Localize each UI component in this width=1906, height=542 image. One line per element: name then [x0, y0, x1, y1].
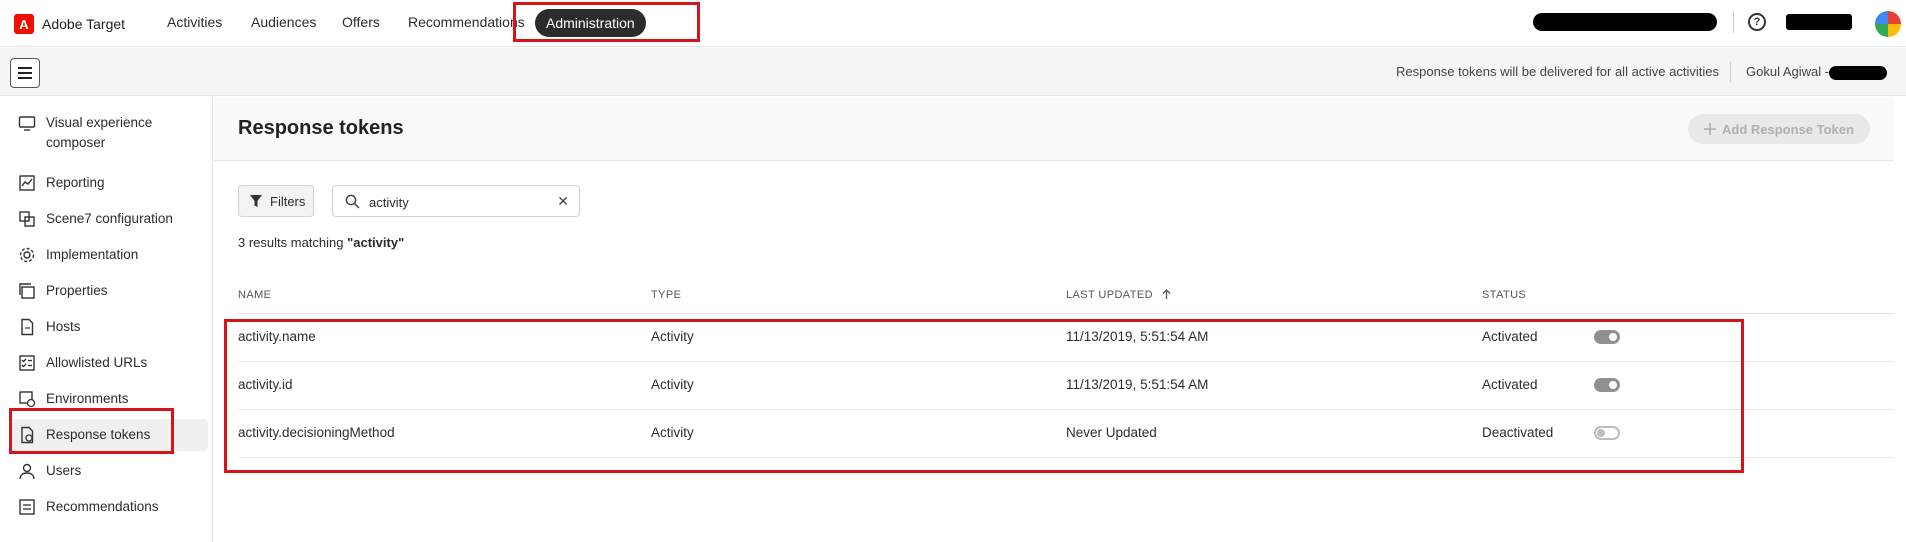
redacted-user-info [1829, 66, 1887, 80]
brand[interactable]: A Adobe Target [14, 14, 125, 34]
sidebar-item-hosts[interactable]: Hosts [10, 311, 208, 343]
sidebar-item-label: Allowlisted URLs [46, 355, 148, 370]
scene7-icon [19, 211, 35, 227]
sidebar-item-implementation[interactable]: Implementation [10, 239, 208, 271]
column-header-name[interactable]: NAME [238, 289, 271, 301]
divider [1733, 11, 1734, 33]
results-query: "activity" [347, 235, 405, 250]
secondary-bar: Response tokens will be delivered for al… [0, 48, 1906, 96]
admin-sidebar: Visual experience composer Reporting Sce… [0, 97, 213, 542]
column-header-type[interactable]: TYPE [651, 289, 681, 301]
column-header-status[interactable]: STATUS [1482, 289, 1526, 301]
sidebar-item-label: Reporting [46, 175, 105, 190]
search-input[interactable] [369, 192, 549, 212]
clear-search-icon[interactable]: ✕ [557, 193, 569, 210]
gear-icon [19, 247, 35, 263]
sidebar-item-label: Implementation [46, 247, 139, 262]
search-field[interactable]: ✕ [332, 185, 580, 217]
add-response-token-button[interactable]: Add Response Token [1688, 114, 1870, 144]
redacted-org-name [1533, 13, 1717, 31]
sidebar-item-visual-experience-composer[interactable]: Visual experience composer [10, 107, 208, 159]
properties-icon [19, 283, 35, 299]
sidebar-item-scene7-configuration[interactable]: Scene7 configuration [10, 203, 208, 235]
user-avatar[interactable] [1875, 11, 1901, 37]
environment-icon [19, 391, 36, 408]
sidebar-item-reporting[interactable]: Reporting [10, 167, 208, 199]
avatar [1875, 11, 1901, 37]
sidebar-item-recommendations[interactable]: Recommendations [10, 491, 208, 523]
sidebar-item-properties[interactable]: Properties [10, 275, 208, 307]
filters-label: Filters [270, 193, 306, 209]
sidebar-item-label: Hosts [46, 319, 81, 334]
search-icon [345, 194, 360, 209]
checklist-icon [19, 355, 35, 371]
nav-tab-activities[interactable]: Activities [167, 14, 222, 30]
help-icon-glyph: ? [1748, 13, 1766, 31]
highlight-token-rows [224, 319, 1744, 473]
top-navigation-bar: A Adobe Target Activities Audiences Offe… [0, 0, 1906, 47]
page-header: Response tokens Add Response Token [214, 97, 1894, 161]
column-header-last-updated[interactable]: LAST UPDATED [1066, 289, 1171, 301]
app-name: Adobe Target [42, 16, 126, 32]
highlight-response-tokens [9, 408, 174, 454]
redacted-notifications [1786, 14, 1852, 30]
sort-ascending-icon [1162, 289, 1171, 299]
user-name: Gokul Agiwal - [1746, 64, 1830, 79]
page-title: Response tokens [238, 117, 404, 139]
recommendations-icon [19, 499, 35, 515]
hamburger-icon [18, 67, 32, 79]
highlight-administration [513, 2, 700, 42]
adobe-logo-icon: A [14, 14, 34, 34]
filters-button[interactable]: Filters [238, 185, 314, 217]
sidebar-item-users[interactable]: Users [10, 455, 208, 487]
menu-toggle-button[interactable] [10, 58, 40, 88]
chart-icon [19, 175, 35, 191]
sidebar-item-allowlisted-urls[interactable]: Allowlisted URLs [10, 347, 208, 379]
file-icon [21, 318, 34, 336]
user-icon [19, 463, 35, 480]
results-summary: 3 results matching "activity" [238, 235, 404, 250]
column-header-label: LAST UPDATED [1066, 289, 1153, 301]
monitor-icon [18, 116, 36, 131]
nav-tab-recommendations[interactable]: Recommendations [408, 14, 525, 30]
sidebar-item-label: Recommendations [46, 499, 159, 514]
nav-tab-audiences[interactable]: Audiences [251, 14, 316, 30]
filter-icon [250, 195, 262, 207]
help-icon[interactable]: ? [1748, 13, 1766, 31]
sidebar-item-label: Visual experience composer [46, 115, 153, 150]
divider [1730, 62, 1731, 82]
sidebar-item-label: Scene7 configuration [46, 211, 173, 226]
add-response-token-label: Add Response Token [1722, 121, 1854, 137]
results-count: 3 results matching [238, 235, 348, 250]
response-token-notice: Response tokens will be delivered for al… [1396, 64, 1719, 79]
nav-tab-offers[interactable]: Offers [342, 14, 380, 30]
sidebar-item-label: Environments [46, 391, 129, 406]
plus-icon [1704, 123, 1717, 135]
sidebar-item-label: Users [46, 463, 82, 478]
sidebar-item-label: Properties [46, 283, 108, 298]
